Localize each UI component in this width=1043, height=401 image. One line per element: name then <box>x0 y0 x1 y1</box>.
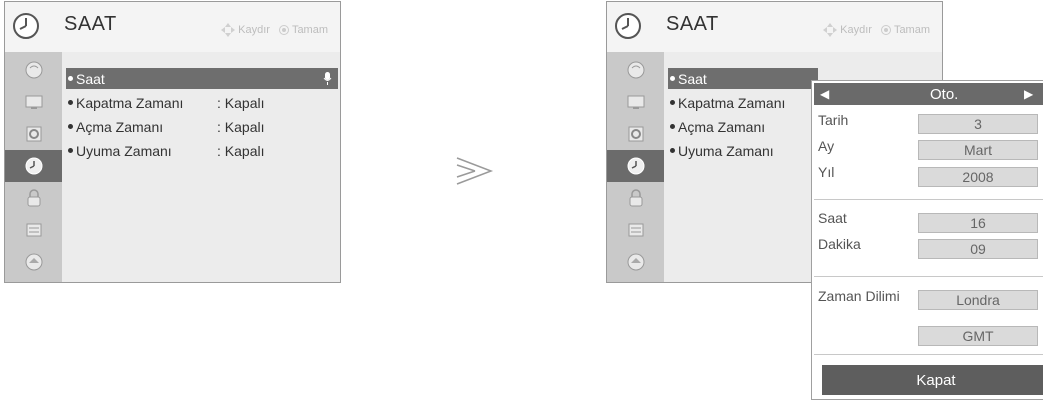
field-value-ay[interactable]: Mart <box>918 140 1038 160</box>
clock-icon <box>25 157 42 175</box>
menu-item-value: : Kapalı <box>217 94 265 111</box>
mode-value: Oto. <box>930 85 959 103</box>
menu-item-label: Saat <box>76 70 105 87</box>
field-value-zaman-dilimi[interactable]: Londra <box>918 290 1038 310</box>
menu-title: SAAT <box>666 13 719 35</box>
sidebar <box>607 52 664 282</box>
screen-icon <box>25 95 42 109</box>
menu-item-kapatma-zamani[interactable]: Kapatma Zamanı : Kapalı <box>66 92 338 113</box>
bullet-icon <box>68 148 73 153</box>
menu-item-acma-zamani[interactable]: Açma Zamanı : Kapalı <box>66 116 338 137</box>
field-label-dakika: Dakika <box>818 236 861 252</box>
lock-icon <box>629 189 642 207</box>
clock-icon <box>627 157 644 175</box>
menu-item-label: Kapatma Zamanı <box>76 94 184 111</box>
menu-item-kapatma-zamani[interactable]: Kapatma Zamanı <box>668 92 785 113</box>
menu-item-label: Açma Zamanı <box>678 118 766 135</box>
dpad-icon <box>823 23 838 37</box>
field-value-saat[interactable]: 16 <box>918 213 1038 233</box>
bullet-icon <box>68 76 73 81</box>
divider <box>814 354 1043 355</box>
clock-icon <box>13 13 39 39</box>
menu-item-uyuma-zamani[interactable]: Uyuma Zamanı : Kapalı <box>66 140 338 161</box>
mode-selector[interactable]: ◀ Oto. ▶ <box>814 83 1043 105</box>
sidebar-item-option[interactable] <box>607 214 664 246</box>
menu-item-acma-zamani[interactable]: Açma Zamanı <box>668 116 765 137</box>
audio-icon <box>26 126 41 142</box>
sidebar-item-setup[interactable] <box>607 246 664 278</box>
option-icon <box>26 223 41 237</box>
nav-hint: Kaydır Tamam <box>221 23 328 37</box>
screen-icon <box>627 95 644 109</box>
sidebar-item-option[interactable] <box>5 214 62 246</box>
menu-item-value: : Kapalı <box>217 118 265 135</box>
sidebar-item-audio[interactable] <box>5 118 62 150</box>
divider <box>814 199 1043 200</box>
menu-title: SAAT <box>64 13 117 35</box>
menu-item-saat[interactable]: Saat <box>668 68 818 89</box>
ok-icon <box>278 25 289 35</box>
sidebar <box>5 52 62 282</box>
dpad-icon <box>221 23 236 37</box>
field-label-ay: Ay <box>818 138 835 154</box>
field-value-gmt[interactable]: GMT <box>918 326 1038 346</box>
sidebar-item-picture[interactable] <box>607 54 664 86</box>
sidebar-item-clock[interactable] <box>5 150 62 182</box>
sidebar-item-screen[interactable] <box>607 86 664 118</box>
bullet-icon <box>670 76 675 81</box>
bullet-icon <box>670 124 675 129</box>
field-label-yil: Yıl <box>818 164 835 180</box>
menu-item-label: Uyuma Zamanı <box>76 142 172 159</box>
setup-icon <box>627 253 644 271</box>
sidebar-item-audio[interactable] <box>607 118 664 150</box>
hint-ok-label: Tamam <box>291 24 328 36</box>
ok-icon <box>880 25 891 35</box>
arrow-right-icon[interactable]: ▶ <box>1024 87 1033 101</box>
clock-icon <box>615 13 641 39</box>
picture-icon <box>25 61 42 79</box>
sidebar-item-lock[interactable] <box>5 182 62 214</box>
menu-item-uyuma-zamani[interactable]: Uyuma Zamanı <box>668 140 774 161</box>
bullet-icon <box>670 100 675 105</box>
field-value-dakika[interactable]: 09 <box>918 239 1038 259</box>
hint-move-label: Kaydır <box>238 24 270 36</box>
menu-content: Saat Kapatma Zamanı : Kapalı Açma Zamanı… <box>62 52 340 282</box>
arrow-left-icon[interactable]: ◀ <box>820 87 829 101</box>
clock-menu-panel: SAAT Kaydır Tamam Saat Kapatma Zamanı: … <box>4 1 341 283</box>
audio-icon <box>628 126 643 142</box>
option-icon <box>628 223 643 237</box>
sidebar-item-lock[interactable] <box>607 182 664 214</box>
picture-icon <box>627 61 644 79</box>
hint-move-label: Kaydır <box>840 24 872 36</box>
sidebar-item-setup[interactable] <box>5 246 62 278</box>
menu-item-label: Uyuma Zamanı <box>678 142 774 159</box>
menu-item-label: Açma Zamanı <box>76 118 164 135</box>
field-label-zaman-dilimi: Zaman Dilimi <box>818 288 900 304</box>
field-label-tarih: Tarih <box>818 112 849 128</box>
menu-item-saat[interactable]: Saat <box>66 68 338 89</box>
close-button[interactable]: Kapat <box>822 365 1043 395</box>
microphone-icon <box>323 72 332 85</box>
divider <box>814 276 1043 277</box>
lock-icon <box>27 189 40 207</box>
menu-item-label: Saat <box>678 70 707 87</box>
sidebar-item-screen[interactable] <box>5 86 62 118</box>
menu-item-value: : Kapalı <box>217 142 265 159</box>
field-value-tarih[interactable]: 3 <box>918 114 1038 134</box>
clock-settings-popup: ◀ Oto. ▶ Tarih 3 Ay Mart Yıl 2008 Saat 1… <box>811 80 1043 400</box>
sidebar-item-picture[interactable] <box>5 54 62 86</box>
setup-icon <box>25 253 42 271</box>
bullet-icon <box>670 148 675 153</box>
menu-header: SAAT Kaydır Tamam <box>5 2 340 52</box>
bullet-icon <box>68 100 73 105</box>
field-label-saat: Saat <box>818 210 847 226</box>
bullet-icon <box>68 124 73 129</box>
hint-ok-label: Tamam <box>893 24 930 36</box>
menu-header: SAAT Kaydır Tamam <box>607 2 942 52</box>
nav-hint: Kaydır Tamam <box>823 23 930 37</box>
field-value-yil[interactable]: 2008 <box>918 167 1038 187</box>
next-step-arrow-icon <box>456 157 494 185</box>
menu-item-label: Kapatma Zamanı <box>678 94 786 111</box>
sidebar-item-clock[interactable] <box>607 150 664 182</box>
